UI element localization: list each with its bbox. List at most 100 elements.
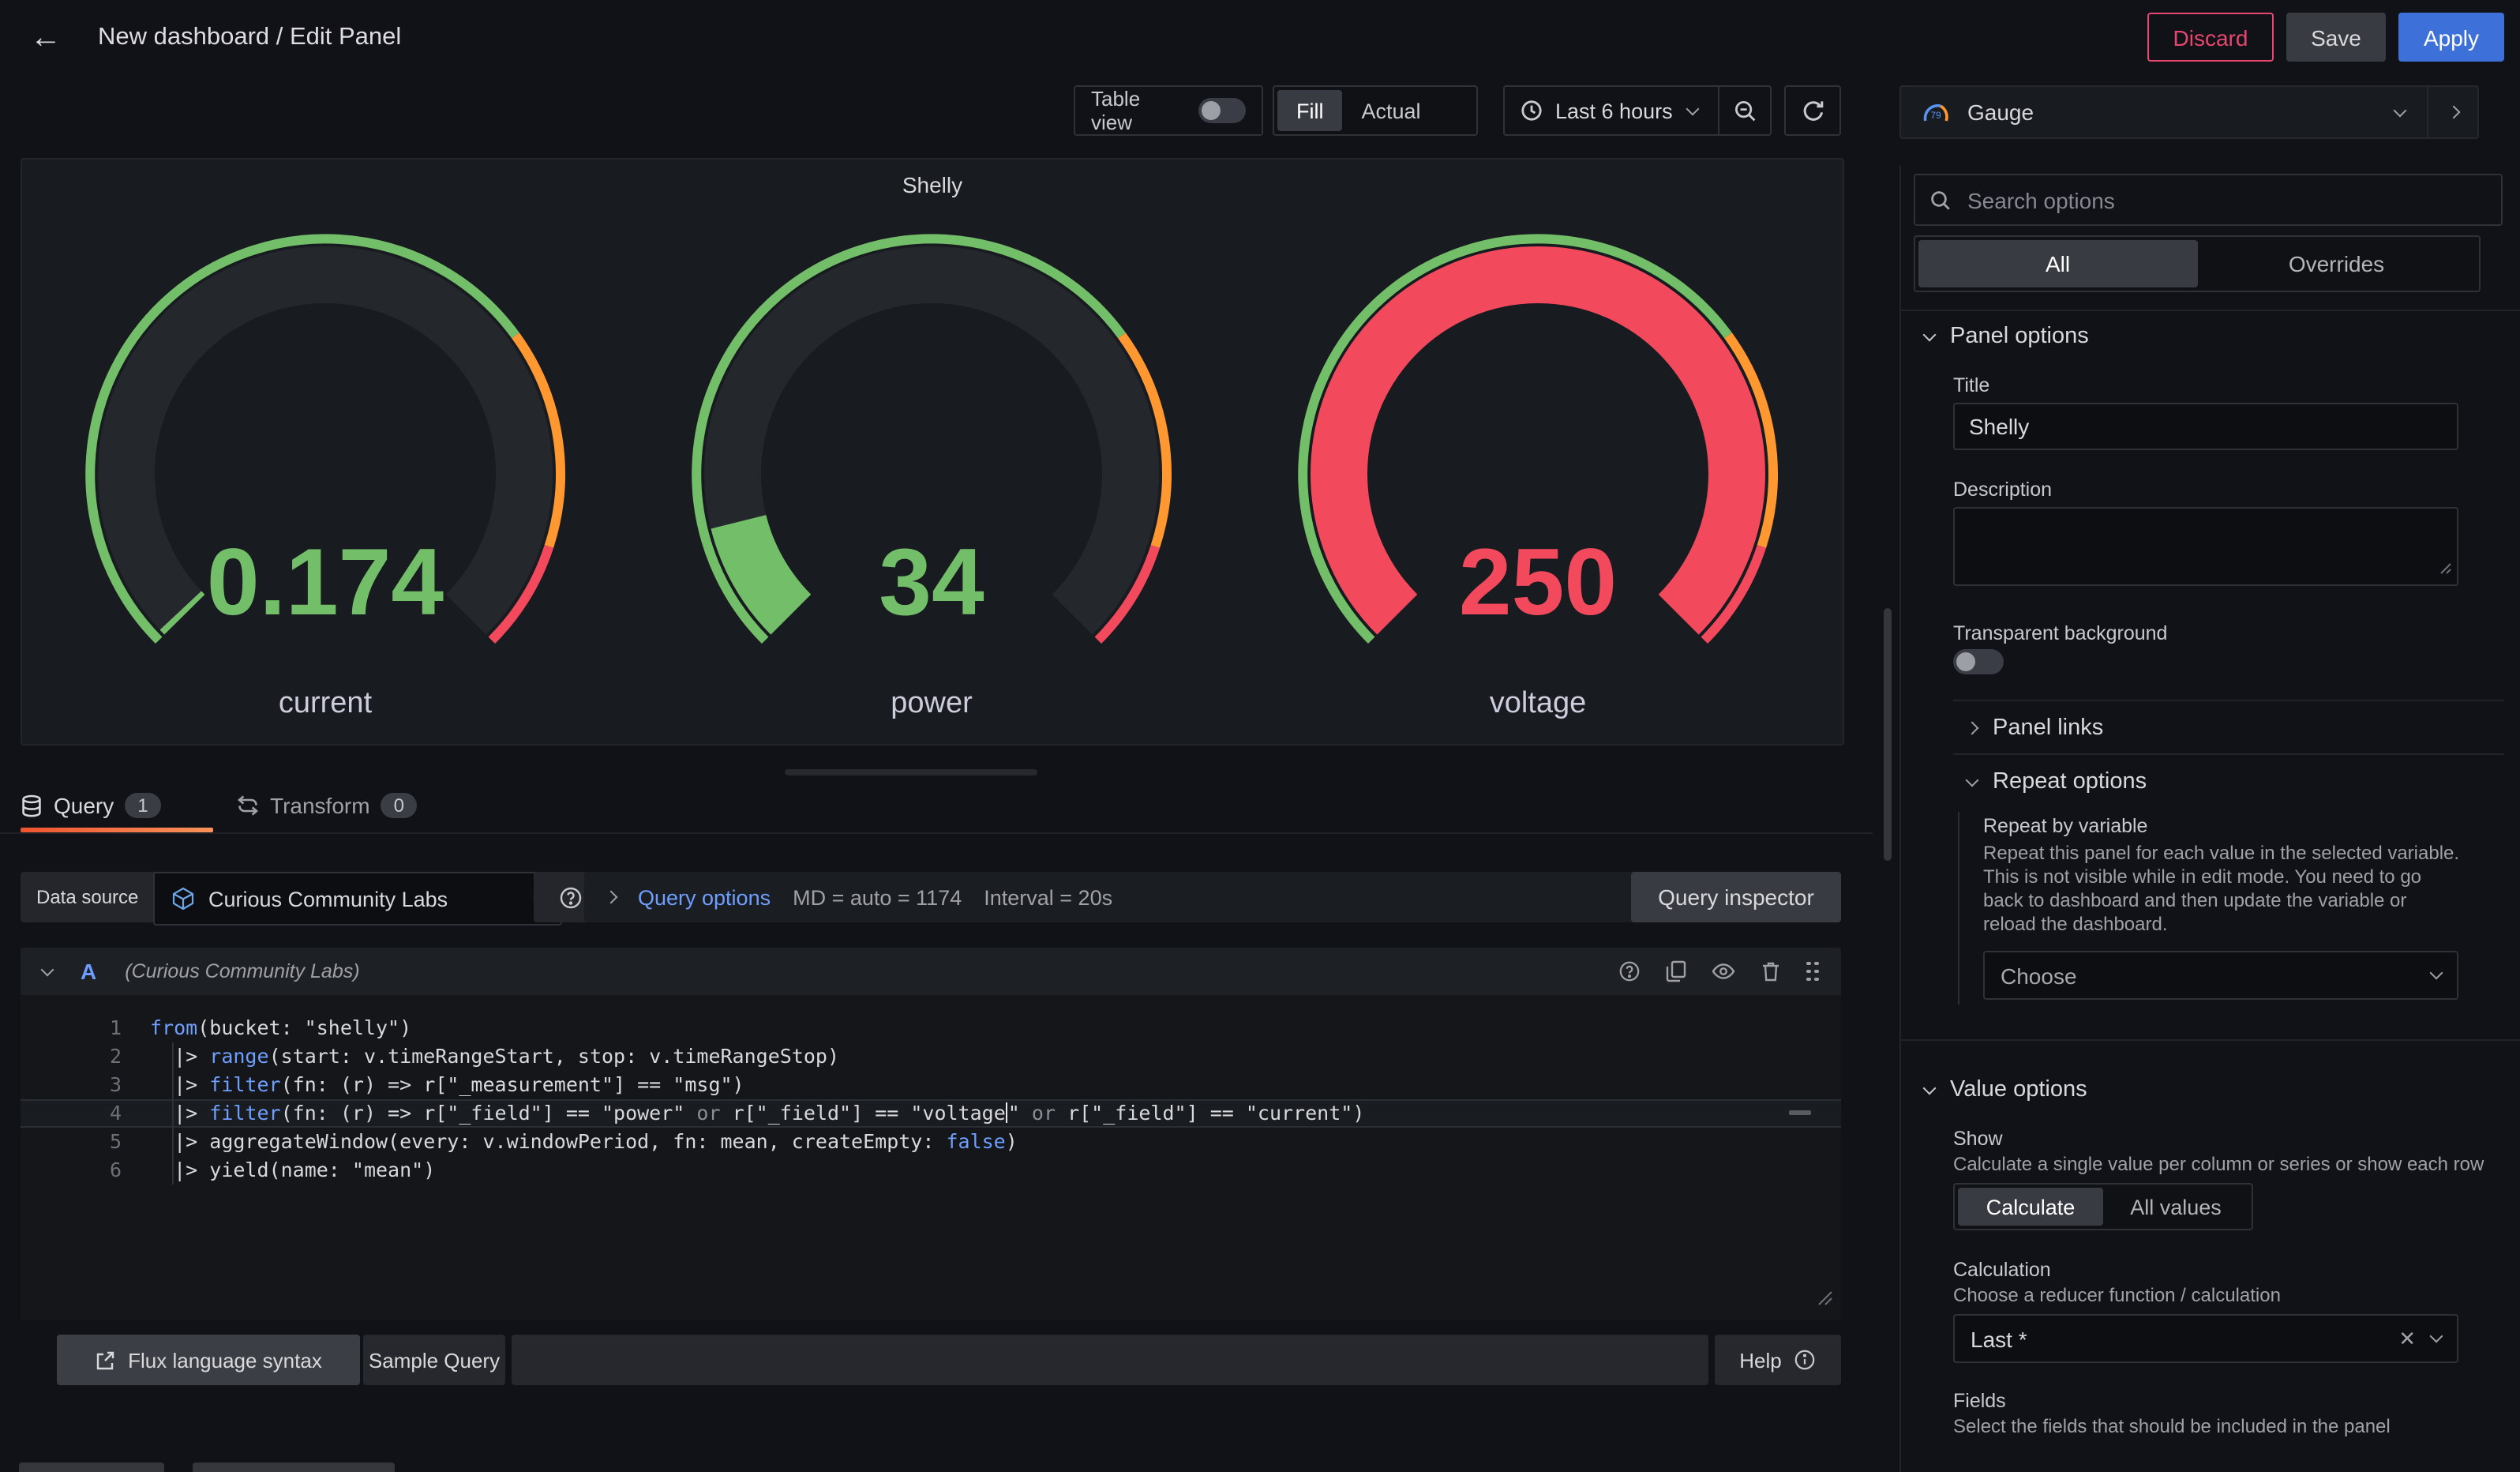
transform-icon [237,794,259,817]
flux-syntax-button[interactable]: Flux language syntax [57,1335,360,1385]
zoom-out-button[interactable] [1719,87,1770,134]
value-options-header[interactable]: Value options [1925,1077,2087,1102]
clear-icon[interactable]: ✕ [2398,1326,2416,1351]
chevron-down-icon [2394,103,2407,117]
max-data-points-text: MD = auto = 1174 [793,885,962,909]
database-icon [21,794,43,817]
query-options-link[interactable]: Query options [638,885,771,909]
chevron-down-icon [2430,1330,2443,1343]
chevron-down-icon [1686,102,1700,115]
editor-footer-spacer [512,1335,1708,1385]
tab-query[interactable]: Query 1 [21,785,161,826]
tab-overrides[interactable]: Overrides [2197,240,2476,287]
search-icon [1929,189,1952,211]
show-label: Show [1953,1128,2003,1150]
gauge-viz-icon: 79 [1920,100,1952,124]
collapse-chevron-icon[interactable] [41,963,54,976]
repeat-options-title: Repeat options [1993,769,2147,794]
search-options-field[interactable] [1914,174,2503,226]
chevron-down-icon [2430,967,2443,980]
table-view-label: Table view [1091,87,1182,134]
influxdb-icon [171,886,196,911]
hide-query-icon[interactable] [1712,962,1735,981]
sample-query-button[interactable]: Sample Query [363,1335,505,1385]
delete-query-icon[interactable] [1761,960,1781,982]
time-range-picker[interactable]: Last 6 hours [1505,99,1718,122]
panel-links-header[interactable]: Panel links [1967,715,2103,741]
visualization-picker[interactable]: 79 Gauge [1899,85,2479,139]
fields-label: Fields [1953,1390,2006,1412]
chevron-right-icon [1966,722,1979,735]
panel-options-header[interactable]: Panel options [1925,324,2089,349]
panel-resize-handle[interactable] [785,769,1037,775]
viz-name: Gauge [1967,100,2034,125]
svg-text:250: 250 [1459,529,1617,635]
repeat-by-variable-label: Repeat by variable [1983,815,2147,837]
help-label: Help [1739,1348,1782,1372]
gauge: 0.174current [22,232,628,725]
actual-option[interactable]: Actual [1343,90,1440,131]
value-options-title: Value options [1950,1077,2087,1102]
add-query-button-partial[interactable] [19,1463,164,1472]
panel-options-title: Panel options [1950,324,2089,349]
query-ref-id: A [81,959,96,984]
table-view-toggle[interactable] [1198,98,1246,123]
show-description: Calculate a single value per column or s… [1953,1153,2474,1177]
apply-button[interactable]: Apply [2398,13,2504,62]
svg-text:power: power [891,686,973,719]
table-view-control: Table view [1074,85,1263,136]
gauge-panel: Shelly 0.174current 34power 250voltage [21,158,1844,745]
sidebar-left-border [1899,166,1901,1472]
reducer-select[interactable]: Last * ✕ [1953,1314,2458,1363]
duplicate-query-icon[interactable] [1666,960,1686,982]
tabs-divider [0,832,1873,834]
info-circle-icon [1794,1349,1817,1371]
query-editor-card: A (Curious Community Labs) 1from(bucket:… [21,948,1841,1320]
discard-button[interactable]: Discard [2147,13,2274,62]
calculation-description: Choose a reducer function / calculation [1953,1284,2474,1308]
choose-placeholder: Choose [2001,963,2077,988]
editor-resize-corner-icon[interactable] [1817,1286,1833,1314]
panel-title-input[interactable] [1953,403,2458,450]
refresh-button[interactable] [1784,85,1841,136]
tab-transform[interactable]: Transform 0 [237,785,417,826]
textarea-resize-icon [2439,554,2452,580]
time-range-group: Last 6 hours [1503,85,1772,136]
flux-syntax-label: Flux language syntax [128,1348,322,1372]
tab-transform-label: Transform [270,793,370,818]
query-inspector-button[interactable]: Query inspector [1631,872,1841,922]
tab-all[interactable]: All [1918,240,2197,287]
query-options-bar[interactable]: Query options MD = auto = 1174 Interval … [584,872,1663,922]
gauge: 34power [628,232,1235,725]
external-link-icon [95,1350,115,1370]
repeat-variable-select[interactable]: Choose [1983,951,2458,1000]
repeat-description: Repeat this panel for each value in the … [1983,842,2460,937]
panel-description-textarea[interactable] [1953,507,2458,586]
back-arrow-icon[interactable]: ← [25,17,66,58]
query-datasource-hint: (Curious Community Labs) [125,960,359,982]
query-row-header[interactable]: A (Curious Community Labs) [21,948,1841,995]
all-values-option[interactable]: All values [2103,1188,2248,1226]
expression-button-partial[interactable] [193,1463,395,1472]
top-bar: ← New dashboard / Edit Panel Discard Sav… [0,0,2520,74]
flux-code-editor[interactable]: 1from(bucket: "shelly")2 |> range(start:… [21,995,1841,1320]
collapse-sidebar-icon[interactable] [2428,107,2477,117]
page-title: New dashboard / Edit Panel [98,24,401,52]
datasource-picker[interactable]: Curious Community Labs [153,872,562,926]
title-label: Title [1953,374,1989,396]
indent-guide [172,1042,174,1185]
repeat-options-header[interactable]: Repeat options [1967,769,2147,794]
transparent-bg-toggle[interactable] [1953,649,2004,674]
scrollbar-thumb[interactable] [1884,608,1892,861]
search-input[interactable] [1964,186,2487,214]
svg-text:current: current [279,686,373,719]
calculate-option[interactable]: Calculate [1958,1188,2103,1226]
help-button[interactable]: Help [1715,1335,1841,1385]
sub-divider [1953,700,2504,701]
overview-ruler-mark [1789,1110,1811,1114]
save-button[interactable]: Save [2286,13,2386,62]
drag-handle-icon[interactable] [1806,961,1819,982]
query-help-icon[interactable] [1618,960,1641,982]
gauge: 250voltage [1235,232,1841,725]
fill-option[interactable]: Fill [1277,90,1343,131]
